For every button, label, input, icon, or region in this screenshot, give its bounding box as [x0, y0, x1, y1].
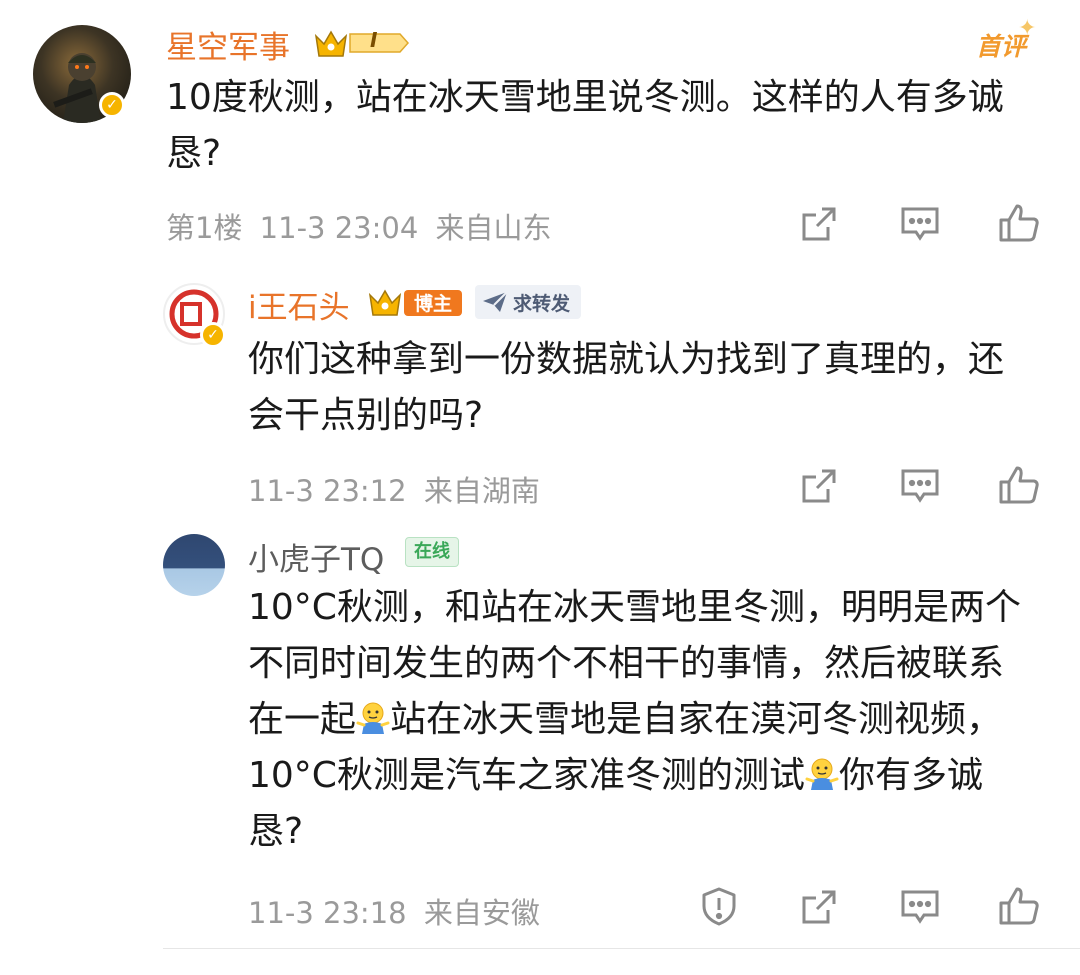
- shrug-emoji: [356, 696, 390, 734]
- verified-icon: ✓: [200, 322, 226, 348]
- shrug-emoji: [805, 752, 839, 790]
- comment-text: 10°C秋测，和站在冰天雪地里冬测，明明是两个不同时间发生的两个不相干的事情，然…: [248, 580, 1033, 860]
- online-badge: 在线: [405, 537, 459, 567]
- username[interactable]: i王石头: [248, 282, 350, 327]
- like-icon[interactable]: [998, 464, 1040, 510]
- comment-icon[interactable]: [900, 888, 940, 930]
- comment-location: 来自山东: [435, 211, 552, 245]
- divider: [163, 948, 1080, 949]
- comment-meta: 第1楼 11-3 23:04 来自山东: [166, 205, 552, 247]
- comment-time: 11-3 23:18: [248, 896, 407, 930]
- username[interactable]: 小虎子TQ: [248, 534, 384, 579]
- blogger-crown-badge: 博主: [368, 285, 464, 319]
- comment-text: 你们这种拿到一份数据就认为找到了真理的，还会干点别的吗?: [248, 339, 1005, 436]
- verified-icon: ✓: [99, 92, 125, 118]
- avatar[interactable]: [163, 534, 225, 596]
- comment-time: 11-3 23:12: [248, 474, 407, 508]
- comment-meta: 11-3 23:12 来自湖南: [248, 468, 540, 510]
- comment-meta: 11-3 23:18 来自安徽: [248, 890, 540, 932]
- paper-plane-icon: [483, 291, 508, 312]
- share-icon[interactable]: [800, 888, 838, 930]
- like-icon[interactable]: [998, 885, 1040, 931]
- comment-location: 来自安徽: [423, 896, 540, 930]
- comment-location: 来自湖南: [423, 474, 540, 508]
- comment-icon[interactable]: [900, 467, 940, 509]
- share-icon[interactable]: [800, 467, 838, 509]
- sparkle-icon: ✦: [1018, 16, 1037, 41]
- comment-icon[interactable]: [900, 205, 940, 247]
- repost-badge[interactable]: 求转发: [475, 285, 581, 319]
- comment-time: 11-3 23:04: [259, 211, 419, 245]
- vip-crown-badge: I: [312, 26, 410, 60]
- comment-text: 10度秋测，站在冰天雪地里说冬测。这样的人有多诚恳?: [166, 77, 1004, 174]
- like-icon[interactable]: [998, 202, 1040, 248]
- repost-label: 求转发: [513, 293, 571, 315]
- username[interactable]: 星空军事: [166, 22, 290, 67]
- floor-number: 第1楼: [166, 211, 243, 245]
- blogger-badge: 博主: [414, 293, 453, 315]
- report-icon[interactable]: [700, 886, 738, 930]
- level-badge: I: [370, 28, 378, 52]
- share-icon[interactable]: [800, 205, 838, 247]
